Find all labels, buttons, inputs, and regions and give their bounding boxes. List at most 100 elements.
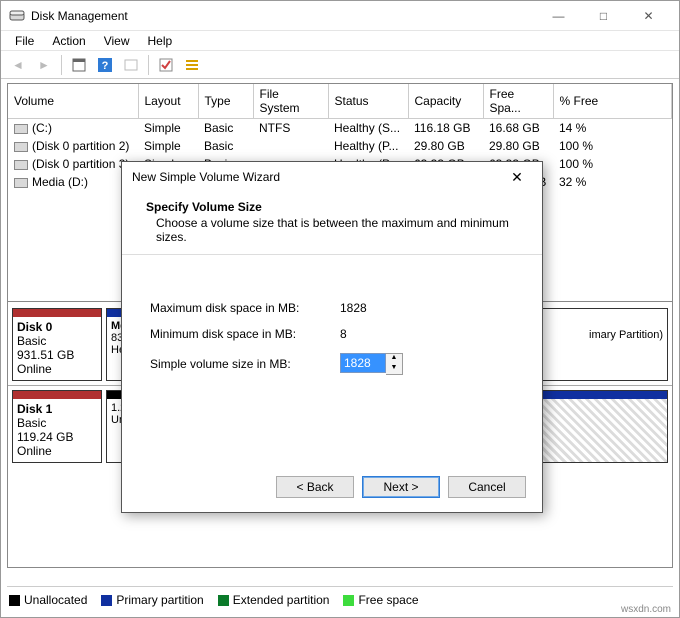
col-free[interactable]: Free Spa... [483,84,553,119]
back-button[interactable]: < Back [276,476,354,498]
maximize-button[interactable]: □ [581,2,626,30]
cell: (C:) [32,121,52,135]
form-row-min: Minimum disk space in MB: 8 [150,327,518,341]
dialog-heading: Specify Volume Size [146,200,518,214]
menu-view[interactable]: View [96,32,138,50]
swatch-black [9,595,20,606]
cell: 29.80 GB [483,137,553,155]
legend: Unallocated Primary partition Extended p… [7,586,673,607]
app-icon [9,8,25,24]
cell: Media (D:) [32,175,88,189]
legend-label: Unallocated [24,593,87,607]
disk-info[interactable]: Disk 1 Basic 119.24 GB Online [12,390,102,463]
next-button[interactable]: Next > [362,476,440,498]
minimize-button[interactable]: — [536,2,581,30]
spinner-up-icon[interactable]: ▲ [386,354,402,364]
cell: 100 % [553,155,672,173]
table-header-row[interactable]: Volume Layout Type File System Status Ca… [8,84,672,119]
col-capacity[interactable]: Capacity [408,84,483,119]
value-min: 8 [340,327,460,341]
disk-type: Basic [17,416,46,430]
volume-icon [14,160,28,170]
table-row[interactable]: (Disk 0 partition 2) Simple Basic Health… [8,137,672,155]
title-bar: Disk Management — □ ✕ [1,1,679,31]
spinner-down-icon[interactable]: ▼ [386,364,402,374]
volume-icon [14,124,28,134]
dialog-subtext: Choose a volume size that is between the… [156,216,518,244]
legend-item: Free space [343,593,418,607]
checkbox-icon[interactable] [155,54,177,76]
partition-line: imary Partition) [589,329,663,341]
disk-type: Basic [17,334,46,348]
cell: (Disk 0 partition 3) [32,157,129,171]
disk-status: Online [17,362,52,376]
col-layout[interactable]: Layout [138,84,198,119]
cell: 14 % [553,119,672,138]
menu-bar: File Action View Help [1,31,679,51]
disk-info[interactable]: Disk 0 Basic 931.51 GB Online [12,308,102,381]
separator [148,55,149,75]
col-status[interactable]: Status [328,84,408,119]
help-icon[interactable]: ? [94,54,116,76]
separator [122,254,542,255]
form-row-max: Maximum disk space in MB: 1828 [150,301,518,315]
col-fs[interactable]: File System [253,84,328,119]
swatch-green [218,595,229,606]
col-pct[interactable]: % Free [553,84,672,119]
watermark: wsxdn.com [621,604,671,615]
cancel-button[interactable]: Cancel [448,476,526,498]
cell: Healthy (S... [328,119,408,138]
toolbar: ◄ ► ? [1,51,679,79]
dialog-buttons: < Back Next > Cancel [276,476,526,498]
value-max: 1828 [340,301,460,315]
label-size: Simple volume size in MB: [150,357,340,371]
dialog-title: New Simple Volume Wizard [132,170,502,184]
disk-size: 931.51 GB [17,348,74,362]
forward-icon: ► [33,54,55,76]
menu-action[interactable]: Action [44,32,93,50]
cell: Basic [198,119,253,138]
form-row-size: Simple volume size in MB: ▲ ▼ [150,353,518,375]
legend-label: Free space [358,593,418,607]
legend-item: Unallocated [9,593,87,607]
label-min: Minimum disk space in MB: [150,327,340,341]
list-icon[interactable] [181,54,203,76]
svg-text:?: ? [102,60,109,72]
size-input[interactable] [340,353,386,373]
volume-icon [14,178,28,188]
size-spinner: ▲ ▼ [340,353,403,375]
dialog-title-bar: New Simple Volume Wizard ✕ [122,162,542,192]
cell: NTFS [253,119,328,138]
volume-icon [14,142,28,152]
label-max: Maximum disk space in MB: [150,301,340,315]
disk-status: Online [17,444,52,458]
disk-stripe [13,391,101,399]
legend-label: Extended partition [233,593,330,607]
dialog-body: Specify Volume Size Choose a volume size… [122,192,542,375]
table-row[interactable]: (C:) Simple Basic NTFS Healthy (S... 116… [8,119,672,138]
cell [253,137,328,155]
swatch-lightgreen [343,595,354,606]
cell: (Disk 0 partition 2) [32,139,129,153]
window-title: Disk Management [31,9,536,23]
swatch-blue [101,595,112,606]
legend-label: Primary partition [116,593,203,607]
col-type[interactable]: Type [198,84,253,119]
back-icon: ◄ [7,54,29,76]
col-volume[interactable]: Volume [8,84,138,119]
cell: 32 % [553,173,672,191]
toolbar-btn-3 [120,54,142,76]
close-button[interactable]: ✕ [626,2,671,30]
cell: 16.68 GB [483,119,553,138]
cell: Healthy (P... [328,137,408,155]
menu-file[interactable]: File [7,32,42,50]
toolbar-btn-1[interactable] [68,54,90,76]
disk-name: Disk 1 [17,402,52,416]
legend-item: Primary partition [101,593,203,607]
disk-name: Disk 0 [17,320,52,334]
separator [61,55,62,75]
cell: Basic [198,137,253,155]
cell: 29.80 GB [408,137,483,155]
menu-help[interactable]: Help [140,32,181,50]
dialog-close-button[interactable]: ✕ [502,169,532,186]
